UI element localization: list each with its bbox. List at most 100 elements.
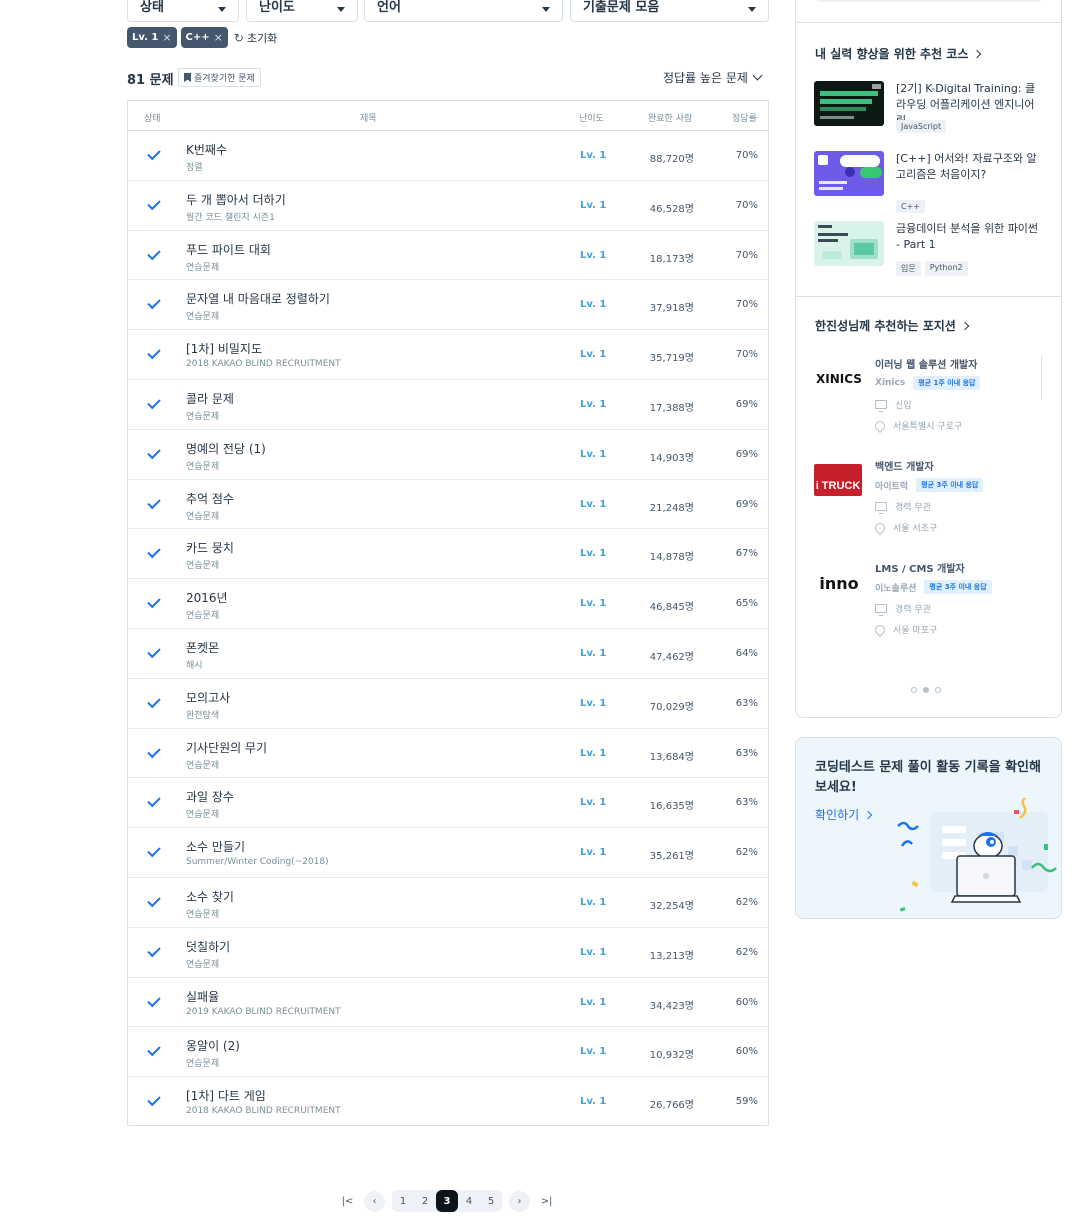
chevron-down-icon [752,70,763,81]
position-item[interactable]: XINICS 이러닝 웹 솔루션 개발자 Xinics 평균 1주 이내 응답 … [814,356,1044,436]
activity-promo-card[interactable]: 코딩테스트 문제 풀이 활동 기록을 확인해보세요! 확인하기 [795,737,1062,919]
table-row[interactable]: [1차] 다트 게임 2018 KAKAO BLIND RECRUITMENT Lv… [128,1077,768,1127]
problem-title[interactable]: 추억 점수 [186,490,234,507]
table-row[interactable]: 문자열 내 마음대로 정렬하기 연습문제 Lv. 1 37,918명 70% [128,280,768,331]
table-row[interactable]: 소수 만들기 Summer/Winter Coding(~2018) Lv. 1 35… [128,828,768,878]
problem-title[interactable]: 카드 뭉치 [186,539,234,556]
close-icon[interactable]: × [214,31,223,44]
problem-title[interactable]: 실패율 [186,988,219,1005]
carousel-dot[interactable] [911,687,917,693]
acceptance-rate: 59% [735,1096,758,1108]
table-row[interactable]: 푸드 파이트 대회 연습문제 Lv. 1 18,173명 70% [128,231,768,281]
check-icon [147,545,161,559]
table-row[interactable]: 두 개 뽑아서 더하기 월간 코드 챌린지 시즌1 Lv. 1 46,528명 70% [128,181,768,231]
carousel-dot-active[interactable] [923,687,929,693]
last-page-icon[interactable]: >| [536,1191,557,1212]
table-row[interactable]: 콜라 문제 연습문제 Lv. 1 17,388명 69% [128,380,768,430]
level-filter-label: 난이도 [259,0,295,15]
table-row[interactable]: 모의고사 완전탐색 Lv. 1 70,029명 63% [128,679,768,729]
table-row[interactable]: K번째수 정렬 Lv. 1 88,720명 70% [128,131,768,181]
filter-tag-level[interactable]: Lv. 1 × [127,27,177,48]
problem-level: Lv. 1 [580,598,607,610]
problem-title[interactable]: 덧칠하기 [186,938,230,955]
chevron-down-icon [218,6,226,12]
header-level: 난이도 [579,114,604,124]
problem-title[interactable]: 소수 찾기 [186,888,234,905]
problem-title[interactable]: 소수 만들기 [186,838,245,855]
table-row[interactable]: 소수 찾기 연습문제 Lv. 1 32,254명 62% [128,878,768,928]
chevron-right-icon [973,49,982,58]
table-row[interactable]: 옹알이 (2) 연습문제 Lv. 1 10,932명 60% [128,1027,768,1078]
problem-title[interactable]: 옹알이 (2) [186,1037,240,1054]
position-item[interactable]: inno LMS / CMS 개발자 이노솔루션 평균 3주 이내 응답 경력 … [814,560,1044,640]
first-page-icon[interactable]: |< [337,1191,358,1212]
company-name: 이노솔루션 [875,583,917,594]
page-number[interactable]: 5 [480,1190,502,1212]
problem-title[interactable]: 푸드 파이트 대회 [186,241,271,258]
solved-count: 88,720명 [649,154,694,165]
page-number[interactable]: 1 [392,1190,414,1212]
carousel-dot[interactable] [935,687,941,693]
problem-level: Lv. 1 [580,1096,607,1108]
side-search-bar[interactable] [815,0,1043,2]
acceptance-rate: 67% [735,548,758,560]
close-icon[interactable]: × [162,31,171,44]
check-icon [147,1092,161,1107]
problem-category: 2018 KAKAO BLIND RECRUITMENT [186,1106,341,1117]
table-row[interactable]: 추억 점수 연습문제 Lv. 1 21,248명 69% [128,480,768,530]
problem-level: Lv. 1 [580,697,607,709]
level-filter[interactable]: 난이도 [246,0,358,22]
promo-link[interactable]: 확인하기 [815,806,873,823]
problem-title[interactable]: 두 개 뽑아서 더하기 [186,191,286,208]
problem-title[interactable]: [1차] 다트 게임 [186,1087,266,1104]
table-row[interactable]: 2016년 연습문제 Lv. 1 46,845명 65% [128,579,768,629]
bookmarked-problems-button[interactable]: 즐겨찾기한 문제 [178,68,261,87]
problem-category: 해시 [186,660,203,671]
location-pin-icon [872,622,888,637]
problem-title[interactable]: 2016년 [186,589,228,606]
sort-dropdown[interactable]: 정답률 높은 문제 [663,69,763,86]
problem-title[interactable]: [1차] 비밀지도 [186,340,262,357]
active-filter-tags: Lv. 1 × C++ × ↻ 초기화 [127,27,277,48]
course-item[interactable]: 금융데이터 분석을 위한 파이썬 - Part 1 입문 Python2 [814,221,1044,277]
problem-title[interactable]: 기사단원의 무기 [186,739,267,756]
acceptance-rate: 62% [735,847,758,859]
language-filter[interactable]: 언어 [364,0,563,22]
table-row[interactable]: 기사단원의 무기 연습문제 Lv. 1 13,684명 63% [128,729,768,779]
location-info: 서울 마포구 [872,622,937,637]
table-row[interactable]: 카드 뭉치 연습문제 Lv. 1 14,878명 67% [128,529,768,580]
table-row[interactable]: 명예의 전당 (1) 연습문제 Lv. 1 14,903명 69% [128,430,768,480]
location-pin-icon [872,520,888,535]
reset-filters-button[interactable]: ↻ 초기화 [234,30,277,46]
table-row[interactable]: [1차] 비밀지도 2018 KAKAO BLIND RECRUITMENT Lv.… [128,330,768,380]
course-section-title[interactable]: 내 실력 향상을 위한 추천 코스 [815,45,982,62]
problem-title[interactable]: 폰켓몬 [186,639,219,656]
problem-title[interactable]: 명예의 전당 (1) [186,440,266,457]
location-pin-icon [872,418,888,433]
course-item[interactable]: [2기] K-Digital Training: 클라우딩 어플리케이션 엔지니… [814,81,1044,137]
position-section-title[interactable]: 한진성님께 추천하는 포지션 [815,317,970,334]
table-row[interactable]: 폰켓몬 해시 Lv. 1 47,462명 64% [128,629,768,679]
solved-count: 34,423명 [649,1000,694,1012]
problem-title[interactable]: 문자열 내 마음대로 정렬하기 [186,290,330,307]
page-number-current[interactable]: 3 [436,1190,458,1212]
problem-title[interactable]: K번째수 [186,141,227,158]
table-row[interactable]: 과일 장수 연습문제 Lv. 1 16,635명 63% [128,778,768,829]
chevron-right-icon[interactable]: › [509,1190,530,1212]
position-item[interactable]: i TRUCK 백엔드 개발자 아이트럭 평균 3주 이내 응답 경력 무관 서… [814,458,1044,538]
page-number[interactable]: 2 [414,1190,436,1212]
table-row[interactable]: 덧칠하기 연습문제 Lv. 1 13,213명 62% [128,928,768,978]
problem-title[interactable]: 콜라 문제 [186,390,234,407]
position-section-label: 한진성님께 추천하는 포지션 [815,319,956,333]
problem-level: Lv. 1 [580,747,607,759]
chevron-left-icon[interactable]: ‹ [364,1190,385,1212]
problem-title[interactable]: 과일 장수 [186,788,234,805]
career-text: 경력 무관 [895,503,931,513]
page-number[interactable]: 4 [458,1190,480,1212]
filter-tag-language[interactable]: C++ × [180,27,228,48]
table-row[interactable]: 실패율 2019 KAKAO BLIND RECRUITMENT Lv. 1 34,4… [128,978,768,1028]
problem-title[interactable]: 모의고사 [186,689,230,706]
past-exams-filter[interactable]: 기출문제 모음 [570,0,769,22]
course-item[interactable]: [C++] 어서와! 자료구조와 알고리즘은 처음이지? C++ [814,151,1044,213]
status-filter[interactable]: 상태 [127,0,239,22]
